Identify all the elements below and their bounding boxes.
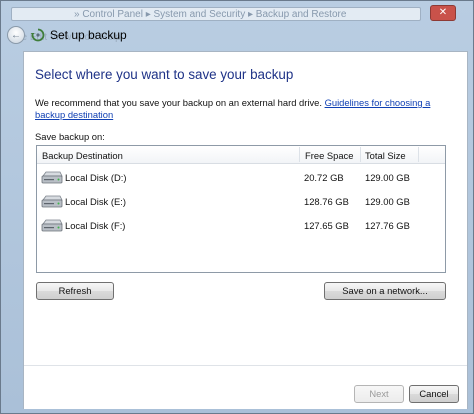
header-divider <box>360 147 361 162</box>
row-destination: Local Disk (F:) <box>65 220 126 231</box>
table-row[interactable]: Local Disk (F:) 127.65 GB 127.76 GB <box>37 215 445 239</box>
header-free-space[interactable]: Free Space <box>305 150 353 161</box>
back-arrow-icon[interactable]: ← <box>7 26 25 44</box>
row-total-size: 129.00 GB <box>365 196 410 207</box>
close-icon[interactable]: ✕ <box>430 5 456 21</box>
header-divider <box>299 147 300 162</box>
page-heading: Select where you want to save your backu… <box>35 67 294 82</box>
row-free-space: 20.72 GB <box>304 172 344 183</box>
cancel-button[interactable]: Cancel <box>409 385 459 403</box>
footer-divider <box>24 365 467 366</box>
row-free-space: 127.65 GB <box>304 220 349 231</box>
next-button[interactable]: Next <box>354 385 404 403</box>
header-divider <box>418 147 419 162</box>
backup-icon <box>31 28 45 42</box>
dialog-title: Set up backup <box>50 28 127 42</box>
recommendation-text: We recommend that you save your backup o… <box>35 97 460 121</box>
recommendation-body: We recommend that you save your backup o… <box>35 97 325 108</box>
row-total-size: 127.76 GB <box>365 220 410 231</box>
hard-drive-icon <box>41 194 63 212</box>
header-total-size[interactable]: Total Size <box>365 150 406 161</box>
refresh-button[interactable]: Refresh <box>36 282 114 300</box>
row-destination: Local Disk (D:) <box>65 172 127 183</box>
header-destination[interactable]: Backup Destination <box>42 150 123 161</box>
list-header: Backup Destination Free Space Total Size <box>37 146 445 164</box>
table-row[interactable]: Local Disk (D:) 20.72 GB 129.00 GB <box>37 167 445 191</box>
dialog-content: Select where you want to save your backu… <box>23 51 468 409</box>
save-on-network-button[interactable]: Save on a network... <box>324 282 446 300</box>
destination-list[interactable]: Backup Destination Free Space Total Size… <box>36 145 446 273</box>
save-on-label: Save backup on: <box>35 131 105 142</box>
window-frame: » Control Panel ▸ System and Security ▸ … <box>0 0 474 414</box>
row-destination: Local Disk (E:) <box>65 196 126 207</box>
row-free-space: 128.76 GB <box>304 196 349 207</box>
table-row[interactable]: Local Disk (E:) 128.76 GB 129.00 GB <box>37 191 445 215</box>
row-total-size: 129.00 GB <box>365 172 410 183</box>
hard-drive-icon <box>41 218 63 236</box>
background-address-bar: » Control Panel ▸ System and Security ▸ … <box>11 7 421 21</box>
dialog-title-bar: ← Set up backup <box>7 23 307 47</box>
hard-drive-icon <box>41 170 63 188</box>
